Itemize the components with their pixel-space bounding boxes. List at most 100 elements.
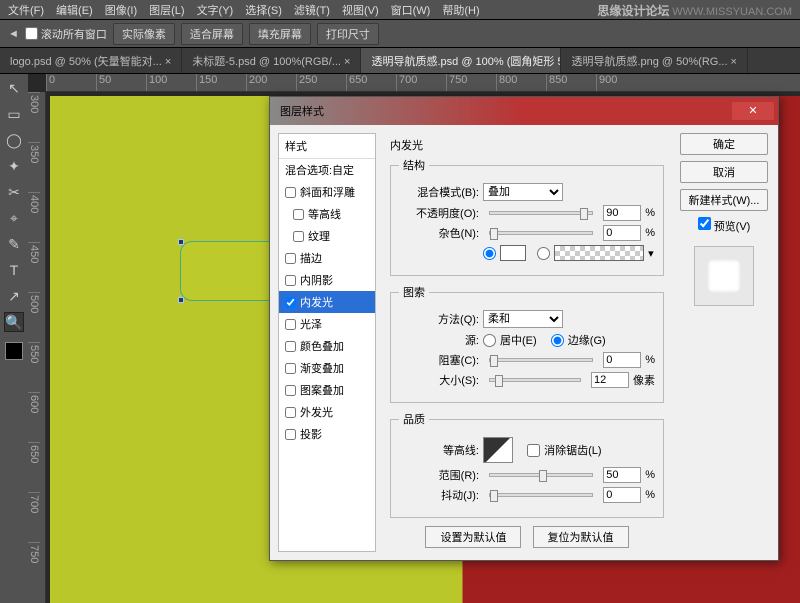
dialog-actions: 确定 取消 新建样式(W)... 预览(V) <box>678 133 770 552</box>
scroll-all-checkbox[interactable]: 滚动所有窗口 <box>25 26 107 42</box>
menu-select[interactable]: 选择(S) <box>245 2 282 18</box>
eyedropper-tool-icon[interactable]: ⌖ <box>4 208 24 228</box>
fit-screen-button[interactable]: 适合屏幕 <box>181 23 243 45</box>
reset-default-button[interactable]: 复位为默认值 <box>533 526 629 548</box>
style-item[interactable]: 斜面和浮雕 <box>279 181 375 203</box>
menu-view[interactable]: 视图(V) <box>342 2 379 18</box>
new-style-button[interactable]: 新建样式(W)... <box>680 189 768 211</box>
jitter-input[interactable] <box>603 487 641 503</box>
quality-group: 品质 等高线: 消除锯齿(L) 范围(R):% 抖动(J):% <box>390 411 664 518</box>
menu-window[interactable]: 窗口(W) <box>391 2 431 18</box>
options-bar: ◄ 滚动所有窗口 实际像素 适合屏幕 填充屏幕 打印尺寸 <box>0 20 800 48</box>
menu-help[interactable]: 帮助(H) <box>442 2 479 18</box>
style-checkbox[interactable] <box>285 275 296 286</box>
path-tool-icon[interactable]: ↗ <box>4 286 24 306</box>
menu-edit[interactable]: 编辑(E) <box>56 2 93 18</box>
style-item[interactable]: 纹理 <box>279 225 375 247</box>
noise-input[interactable] <box>603 225 641 241</box>
foreground-swatch[interactable] <box>5 342 23 360</box>
close-icon[interactable]: ✕ <box>732 102 774 120</box>
style-checkbox[interactable] <box>285 385 296 396</box>
print-size-button[interactable]: 打印尺寸 <box>317 23 379 45</box>
source-edge-radio[interactable] <box>551 334 564 347</box>
style-checkbox[interactable] <box>285 297 296 308</box>
menu-bar: 文件(F) 编辑(E) 图像(I) 图层(L) 文字(Y) 选择(S) 滤镜(T… <box>0 0 800 20</box>
cancel-button[interactable]: 取消 <box>680 161 768 183</box>
style-item[interactable]: 光泽 <box>279 313 375 335</box>
antialias-checkbox[interactable] <box>527 444 540 457</box>
range-input[interactable] <box>603 467 641 483</box>
style-item[interactable]: 颜色叠加 <box>279 335 375 357</box>
dropdown-icon[interactable]: ▾ <box>648 247 654 260</box>
noise-slider[interactable] <box>489 231 593 235</box>
style-item[interactable]: 描边 <box>279 247 375 269</box>
set-default-button[interactable]: 设置为默认值 <box>425 526 521 548</box>
type-tool-icon[interactable]: T <box>4 260 24 280</box>
style-item[interactable]: 等高线 <box>279 203 375 225</box>
document-tabs: logo.psd @ 50% (矢量智能对... × 未标题-5.psd @ 1… <box>0 48 800 74</box>
jitter-slider[interactable] <box>489 493 593 497</box>
style-item[interactable]: 图案叠加 <box>279 379 375 401</box>
style-checkbox[interactable] <box>293 231 304 242</box>
menu-image[interactable]: 图像(I) <box>105 2 137 18</box>
gradient-swatch[interactable] <box>554 245 644 261</box>
toolbox: ↖ ▭ ◯ ✦ ✂ ⌖ ✎ T ↗ 🔍 <box>0 74 28 603</box>
style-item[interactable]: 外发光 <box>279 401 375 423</box>
blend-options[interactable]: 混合选项:自定 <box>279 159 375 181</box>
contour-picker[interactable] <box>483 437 513 463</box>
marquee-tool-icon[interactable]: ▭ <box>4 104 24 124</box>
lasso-tool-icon[interactable]: ◯ <box>4 130 24 150</box>
style-item[interactable]: 内发光 <box>279 291 375 313</box>
opacity-input[interactable] <box>603 205 641 221</box>
style-checkbox[interactable] <box>285 407 296 418</box>
style-checkbox[interactable] <box>285 253 296 264</box>
style-checkbox[interactable] <box>293 209 304 220</box>
preview-checkbox[interactable]: 预览(V) <box>698 217 751 234</box>
preview-thumbnail <box>694 246 754 306</box>
settings-panel: 内发光 结构 混合模式(B):叠加 不透明度(O):% 杂色(N):% ▾ 图索… <box>382 133 672 552</box>
choke-slider[interactable] <box>489 358 593 362</box>
blend-mode-select[interactable]: 叠加 <box>483 183 563 201</box>
range-slider[interactable] <box>489 473 593 477</box>
doc-tab[interactable]: 透明导航质感.png @ 50%(RG... × <box>561 48 748 73</box>
glow-color-swatch[interactable] <box>500 245 526 261</box>
color-radio[interactable] <box>483 247 496 260</box>
doc-tab[interactable]: logo.psd @ 50% (矢量智能对... × <box>0 48 182 73</box>
ok-button[interactable]: 确定 <box>680 133 768 155</box>
menu-file[interactable]: 文件(F) <box>8 2 44 18</box>
doc-tab[interactable]: 未标题-5.psd @ 100%(RGB/... × <box>182 48 361 73</box>
size-slider[interactable] <box>489 378 581 382</box>
layer-style-dialog: 图层样式 ✕ 样式 混合选项:自定 斜面和浮雕等高线纹理描边内阴影内发光光泽颜色… <box>269 96 779 561</box>
style-checkbox[interactable] <box>285 341 296 352</box>
style-checkbox[interactable] <box>285 319 296 330</box>
technique-select[interactable]: 柔和 <box>483 310 563 328</box>
dialog-titlebar[interactable]: 图层样式 ✕ <box>270 97 778 125</box>
ruler-horizontal: 050100150200250650700750800850900 <box>46 74 800 92</box>
wand-tool-icon[interactable]: ✦ <box>4 156 24 176</box>
style-item[interactable]: 投影 <box>279 423 375 445</box>
style-item[interactable]: 渐变叠加 <box>279 357 375 379</box>
source-center-radio[interactable] <box>483 334 496 347</box>
brush-tool-icon[interactable]: ✎ <box>4 234 24 254</box>
style-checkbox[interactable] <box>285 429 296 440</box>
gradient-radio[interactable] <box>537 247 550 260</box>
doc-tab-active[interactable]: 透明导航质感.psd @ 100% (圆角矩形 5, RGB/8*) * × <box>361 48 561 73</box>
move-tool-icon[interactable]: ↖ <box>4 78 24 98</box>
opacity-slider[interactable] <box>489 211 593 215</box>
style-checkbox[interactable] <box>285 187 296 198</box>
fill-screen-button[interactable]: 填充屏幕 <box>249 23 311 45</box>
arrow-left-icon[interactable]: ◄ <box>8 28 19 40</box>
menu-layer[interactable]: 图层(L) <box>149 2 184 18</box>
size-input[interactable] <box>591 372 629 388</box>
style-item[interactable]: 内阴影 <box>279 269 375 291</box>
watermark: 思缘设计论坛 WWW.MISSYUAN.COM <box>597 2 792 19</box>
choke-input[interactable] <box>603 352 641 368</box>
menu-filter[interactable]: 滤镜(T) <box>294 2 330 18</box>
actual-pixels-button[interactable]: 实际像素 <box>113 23 175 45</box>
structure-group: 结构 混合模式(B):叠加 不透明度(O):% 杂色(N):% ▾ <box>390 157 664 276</box>
style-checkbox[interactable] <box>285 363 296 374</box>
zoom-tool-icon[interactable]: 🔍 <box>4 312 24 332</box>
menu-type[interactable]: 文字(Y) <box>197 2 234 18</box>
panel-heading: 内发光 <box>390 137 664 153</box>
crop-tool-icon[interactable]: ✂ <box>4 182 24 202</box>
